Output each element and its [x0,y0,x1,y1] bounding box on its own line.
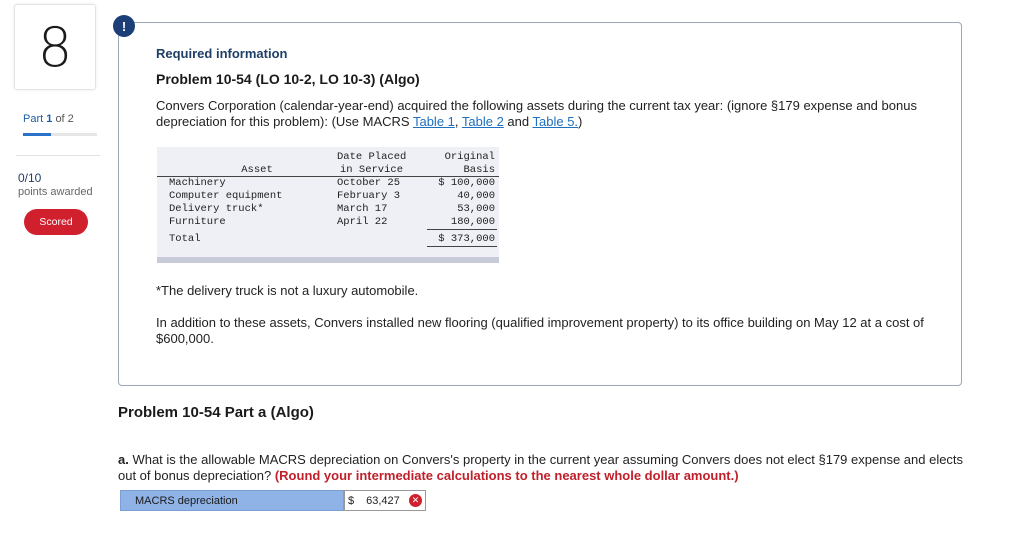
part-indicator: Part 1 of 2 [23,113,74,125]
table-cell: March 17 [337,203,388,215]
table-cell: 180,000 [450,216,495,228]
link-table-5[interactable]: Table 5. [533,114,579,129]
header-basis-line2: Basis [463,164,495,176]
link-table-1[interactable]: Table 1 [413,114,455,129]
problem-title: Problem 10-54 (LO 10-2, LO 10-3) (Algo) [156,71,420,87]
asset-table: Asset Date Placed in Service Original Ba… [157,147,499,263]
answer-label: MACRS depreciation [120,490,344,511]
link-table-2[interactable]: Table 2 [462,114,504,129]
sidebar-divider [16,155,100,156]
table-row: Computer equipment [169,190,283,202]
total-value: $ 373,000 [438,233,495,245]
answer-value: 63,427 [366,494,400,507]
header-asset: Asset [241,164,273,176]
total-label: Total [169,233,201,245]
header-date-line1: Date Placed [337,151,407,163]
score-label: points awarded [18,186,93,198]
table-cell: 53,000 [457,203,495,215]
table-cell: $ 100,000 [438,177,495,189]
additional-info: In addition to these assets, Convers ins… [156,315,924,346]
table-scrollbar[interactable] [157,257,499,263]
answer-row: MACRS depreciation $ 63,427 ✕ [120,490,426,511]
header-basis-line1: Original [444,151,495,163]
table-cell: October 25 [337,177,401,189]
part-a-title: Problem 10-54 Part a (Algo) [118,404,314,421]
table-row: Delivery truck* [169,203,264,215]
currency-symbol: $ [348,494,355,507]
alert-icon: ! [113,15,135,37]
question-number: 8 [37,15,73,79]
scored-badge: Scored [24,209,88,235]
score-value: 0/10 [18,171,42,185]
required-information-heading: Required information [156,46,288,61]
table-cell: 40,000 [457,190,495,202]
table-cell: April 22 [337,216,388,228]
problem-intro: Convers Corporation (calendar-year-end) … [156,98,917,129]
header-date-line2: in Service [340,164,404,176]
macrs-depreciation-input[interactable]: $ 63,427 ✕ [344,490,426,511]
question-number-box: 8 [14,4,96,90]
rounding-instruction: (Round your intermediate calculations to… [274,468,739,483]
footnote: *The delivery truck is not a luxury auto… [156,283,419,298]
table-cell: February 3 [337,190,401,202]
part-a-question: a. What is the allowable MACRS depreciat… [118,452,964,483]
incorrect-icon: ✕ [409,494,422,507]
table-row: Furniture [169,216,226,228]
table-row: Machinery [169,177,226,189]
part-progress-bar [23,133,97,136]
